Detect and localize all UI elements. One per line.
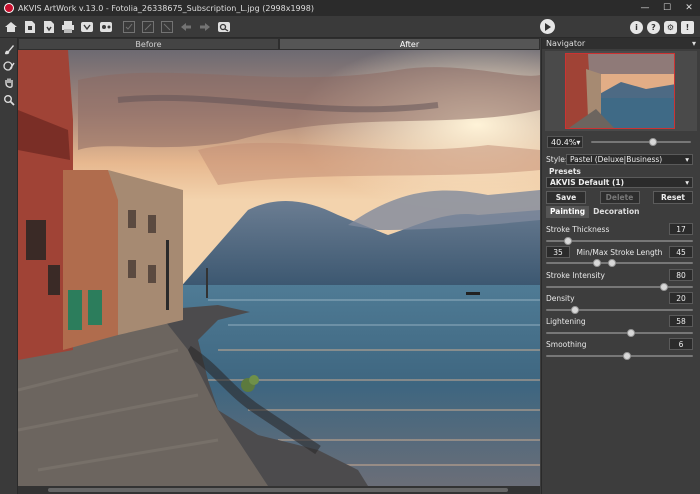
lightening-label: Lightening (546, 316, 586, 326)
delete-preset-button[interactable]: Delete (599, 191, 640, 204)
hand-icon[interactable] (0, 74, 18, 91)
chevron-down-icon: ▾ (685, 178, 689, 187)
reset-preset-button[interactable]: Reset (653, 191, 693, 204)
density-slider[interactable] (546, 306, 693, 314)
chevron-down-icon: ▾ (685, 155, 689, 164)
tools-panel (0, 38, 18, 494)
preset-row: AKVIS Default (1) ▾ (546, 177, 697, 188)
density-knob[interactable] (571, 306, 580, 314)
zoom-field[interactable]: 40.4% ▾ (547, 136, 583, 148)
stroke-length-min-knob[interactable] (593, 259, 602, 267)
stroke-length-max-knob[interactable] (608, 259, 617, 267)
app-logo-icon (4, 3, 14, 13)
stroke-length-label: Min/Max Stroke Length (576, 247, 663, 257)
stroke-thickness-value[interactable]: 17 (669, 223, 693, 235)
history-brush-icon[interactable] (0, 57, 18, 74)
preset-buttons: Save Delete Reset (546, 191, 693, 204)
image-canvas[interactable] (18, 50, 540, 486)
title-bar: AKVIS ArtWork v.13.0 - Fotolia_26338675_… (0, 0, 700, 16)
lightening-value[interactable]: 58 (669, 315, 693, 327)
smoothing-row: Smoothing 6 (546, 338, 693, 350)
density-value[interactable]: 20 (669, 292, 693, 304)
presets-header: Presets (546, 167, 697, 176)
help-icon[interactable]: ? (647, 20, 660, 34)
density-label: Density (546, 293, 575, 303)
stroke-intensity-slider[interactable] (546, 283, 693, 291)
batch-icon[interactable] (78, 18, 96, 36)
compare-icon[interactable] (215, 18, 233, 36)
stroke-intensity-label: Stroke Intensity (546, 270, 605, 280)
back-icon[interactable] (177, 18, 195, 36)
news-icon[interactable]: ! (681, 20, 694, 34)
brush-icon[interactable] (0, 40, 18, 57)
settings-panel: Navigator ▾ 40.4% ▾ Style: Pastel (Deluxe… (541, 38, 700, 494)
zoom-slider[interactable] (591, 138, 691, 146)
zoom-icon[interactable] (0, 91, 18, 108)
tab-decoration[interactable]: Decoration (589, 206, 643, 218)
redo-disabled-icon[interactable] (158, 18, 176, 36)
chevron-down-icon: ▾ (576, 137, 581, 147)
stroke-length-slider[interactable] (546, 259, 693, 267)
stroke-thickness-row: Stroke Thickness 17 (546, 223, 693, 235)
print-icon[interactable] (59, 18, 77, 36)
settings-tabs: Painting Decoration (546, 206, 697, 218)
main-toolbar (0, 16, 700, 38)
play-icon[interactable] (540, 19, 555, 34)
zoom-slider-knob[interactable] (649, 138, 657, 146)
tab-painting[interactable]: Painting (546, 206, 590, 218)
lightening-slider[interactable] (546, 329, 693, 337)
scrollbar-thumb[interactable] (48, 488, 508, 492)
navigator-header: Navigator ▾ (542, 38, 700, 49)
style-value: Pastel (Deluxe|Business) (570, 155, 663, 164)
save-preset-button[interactable]: Save (546, 191, 586, 204)
smoothing-label: Smoothing (546, 339, 587, 349)
stroke-length-min-value[interactable]: 35 (546, 246, 570, 258)
navigator-thumbnail[interactable] (565, 53, 675, 129)
smoothing-slider[interactable] (546, 352, 693, 360)
zoom-row: 40.4% ▾ (547, 135, 697, 149)
preset-select[interactable]: AKVIS Default (1) ▾ (546, 177, 693, 188)
view-tabs: Before After (18, 38, 540, 50)
presets-label: Presets (549, 167, 581, 176)
stroke-length-max-value[interactable]: 45 (668, 246, 693, 258)
undo-disabled-icon[interactable] (139, 18, 157, 36)
navigator-title: Navigator (546, 39, 586, 48)
density-row: Density 20 (546, 292, 693, 304)
home-icon[interactable] (2, 18, 20, 36)
horizontal-scrollbar[interactable] (18, 486, 540, 494)
zoom-value: 40.4% (551, 137, 577, 147)
smoothing-knob[interactable] (622, 352, 631, 360)
stroke-intensity-row: Stroke Intensity 80 (546, 269, 693, 281)
save-icon[interactable] (40, 18, 58, 36)
minimize-button[interactable]: — (634, 0, 656, 16)
collapse-icon[interactable]: ▾ (692, 39, 696, 48)
open-icon[interactable] (21, 18, 39, 36)
lightening-knob[interactable] (627, 329, 636, 337)
stroke-thickness-label: Stroke Thickness (546, 224, 610, 234)
stroke-thickness-knob[interactable] (564, 237, 573, 245)
preset-value: AKVIS Default (1) (550, 178, 625, 187)
window-title: AKVIS ArtWork v.13.0 - Fotolia_26338675_… (18, 3, 314, 13)
tab-after[interactable]: After (279, 38, 540, 50)
painted-lakeside-image (18, 50, 540, 486)
stroke-length-row: 35 Min/Max Stroke Length 45 (546, 246, 693, 258)
forward-icon[interactable] (196, 18, 214, 36)
stroke-thickness-slider[interactable] (546, 237, 693, 245)
style-label: Style: (546, 155, 568, 164)
stroke-intensity-value[interactable]: 80 (669, 269, 693, 281)
lightening-row: Lightening 58 (546, 315, 693, 327)
style-row: Style: Pastel (Deluxe|Business) ▾ (546, 154, 697, 165)
plugins-icon[interactable] (97, 18, 115, 36)
style-select[interactable]: Pastel (Deluxe|Business) ▾ (566, 154, 693, 165)
about-icon[interactable]: i (630, 20, 643, 34)
stroke-intensity-knob[interactable] (659, 283, 668, 291)
maximize-button[interactable]: ☐ (656, 0, 678, 16)
settings-icon[interactable]: ⚙ (664, 20, 677, 34)
help-toolbar: i ? ⚙ ! (630, 16, 700, 38)
close-button[interactable]: ✕ (678, 0, 700, 16)
smoothing-value[interactable]: 6 (669, 338, 693, 350)
tab-before[interactable]: Before (18, 38, 279, 50)
navigator-preview (545, 51, 697, 131)
apply-icon[interactable] (120, 18, 138, 36)
